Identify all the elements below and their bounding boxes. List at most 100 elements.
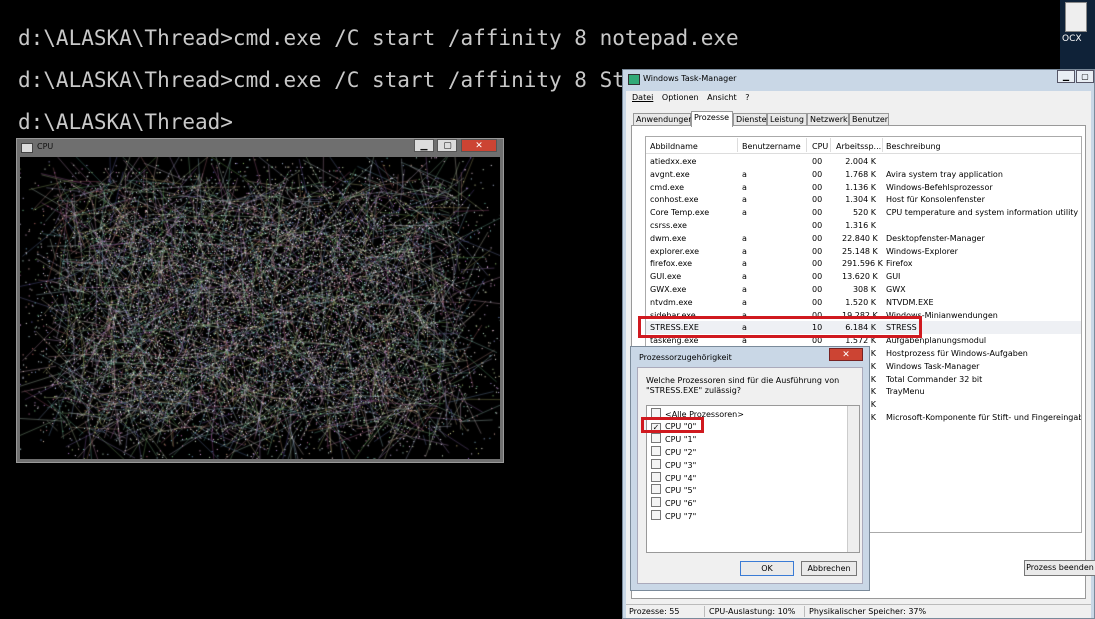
checkbox[interactable] [651, 484, 661, 495]
cell-name: dwm.exe [650, 233, 687, 243]
status-bar: Prozesse: 55 CPU-Auslastung: 10% Physika… [626, 604, 1091, 618]
col-cpu[interactable]: CPU [812, 140, 828, 153]
cell-cpu: 00 [812, 157, 823, 166]
close-button[interactable]: ✕ [829, 348, 863, 361]
task-manager-titlebar[interactable]: Windows Task-Manager ▁ ▢ [623, 70, 1094, 88]
cell-cpu: 00 [812, 297, 823, 307]
cell-mem: 1.304 K [845, 195, 876, 205]
processor-item[interactable]: CPU "6" [651, 496, 697, 509]
checkbox[interactable] [651, 458, 661, 469]
checkbox[interactable] [651, 433, 661, 444]
processor-item[interactable]: ✓ CPU "0" [651, 421, 696, 433]
table-row[interactable]: cmd.exe a 00 1.136 K Windows-Befehlsprozesso… [646, 181, 1081, 194]
maximize-button[interactable]: ▢ [1076, 70, 1094, 83]
cell-name: atiedxx.exe [650, 157, 697, 166]
cell-cpu: 00 [812, 310, 823, 320]
table-row[interactable]: GUI.exe a 00 13.620 K GUI [646, 270, 1081, 283]
processor-item[interactable]: <Alle Prozessoren> [651, 408, 744, 420]
tab-prozesse[interactable]: Prozesse [691, 111, 733, 127]
cell-mem: 1.136 K [845, 182, 876, 192]
table-row[interactable]: STRESS.EXE a 10 6.184 K STRESS [646, 321, 1081, 335]
table-row[interactable]: csrss.exe 00 1.316 K [646, 219, 1081, 232]
processor-item[interactable]: CPU "1" [651, 433, 696, 445]
console-prompt: d:\ALASKA\Thread> [18, 110, 233, 134]
cell-desc: Microsoft-Komponente für Stift- und Fing… [886, 413, 1082, 422]
cell-cpu: 00 [812, 221, 823, 230]
checkbox[interactable] [651, 446, 661, 457]
cell-user: a [742, 195, 747, 205]
processor-label: CPU "2" [665, 448, 697, 458]
table-row[interactable]: ntvdm.exe a 00 1.520 K NTVDM.EXE [646, 296, 1081, 309]
cell-user: a [742, 323, 747, 333]
desktop-icon-label: OCX [1062, 34, 1082, 44]
cpu-window[interactable]: CPU ▁ ▢ ✕ [16, 138, 504, 463]
checkbox[interactable] [651, 509, 661, 520]
cell-user: a [742, 272, 747, 282]
end-process-button[interactable]: Prozess beenden [1024, 560, 1095, 576]
processor-item[interactable]: CPU "4" [651, 471, 696, 484]
process-list-header: Abbildname Benutzername CPU Arbeitssp...… [646, 137, 1081, 154]
cell-cpu: 00 [812, 285, 823, 294]
cell-desc: Windows Task-Manager [886, 361, 980, 371]
cell-mem: 19.282 K [842, 310, 878, 320]
processor-label: CPU "1" [665, 435, 697, 445]
checkbox[interactable]: ✓ [651, 422, 661, 433]
cell-desc: Total Commander 32 bit [886, 374, 983, 384]
folder-icon[interactable] [1065, 2, 1087, 32]
cell-user: a [742, 233, 747, 243]
cell-user: a [742, 182, 747, 192]
cell-name: sidebar.exe [650, 310, 696, 320]
cell-desc: CPU temperature and system information u… [886, 208, 1079, 218]
col-benutzername[interactable]: Benutzername [742, 140, 801, 153]
processor-item[interactable]: CPU "3" [651, 458, 697, 471]
cell-mem: 2.004 K [845, 157, 876, 166]
col-beschreibung[interactable]: Beschreibung [886, 140, 941, 153]
console-line: d:\ALASKA\Thread>cmd.exe /C start /affin… [18, 26, 739, 50]
cell-desc: GWX [886, 285, 906, 294]
close-button[interactable]: ✕ [461, 139, 497, 152]
table-row[interactable]: GWX.exe a 00 308 K GWX [646, 283, 1081, 296]
ok-button[interactable]: OK [740, 561, 794, 576]
table-row[interactable]: avgnt.exe a 00 1.768 K Avira system tray app… [646, 168, 1081, 181]
table-row[interactable]: conhost.exe a 00 1.304 K Host für Konsolenfe… [646, 193, 1081, 206]
table-row[interactable]: atiedxx.exe 00 2.004 K [646, 155, 1081, 168]
processor-label: CPU "6" [665, 498, 697, 508]
checkbox[interactable] [651, 408, 661, 418]
checkbox[interactable] [651, 471, 661, 482]
cell-mem: 13.620 K [842, 272, 878, 282]
minimize-button[interactable]: ▁ [1057, 70, 1075, 83]
processor-label: CPU "3" [665, 460, 697, 470]
processor-item[interactable]: CPU "7" [651, 509, 696, 522]
cell-mem: 6.184 K [845, 323, 876, 333]
affinity-dialog[interactable]: Prozessorzugehörigkeit ✕ Welche Prozesso… [630, 346, 870, 591]
scrollbar[interactable] [847, 406, 859, 552]
col-abbildname[interactable]: Abbildname [650, 140, 698, 153]
maximize-button[interactable]: ▢ [437, 139, 458, 152]
cell-mem: 1.520 K [845, 297, 876, 307]
table-row[interactable]: firefox.exe a 00 291.596 K Firefox [646, 257, 1081, 270]
cell-cpu: 10 [812, 323, 823, 333]
menu-datei[interactable]: Datei [632, 91, 653, 105]
minimize-button[interactable]: ▁ [413, 139, 434, 152]
table-row[interactable]: sidebar.exe a 00 19.282 K Windows-Minianwend… [646, 309, 1081, 322]
cell-desc: TrayMenu [886, 387, 925, 397]
menu-ansicht[interactable]: Ansicht [707, 91, 737, 105]
menu-bar: Datei Optionen Ansicht ? [626, 91, 1091, 105]
task-manager-title: Windows Task-Manager [643, 74, 737, 83]
processor-label: CPU "0" [665, 421, 697, 431]
cpu-window-titlebar[interactable]: CPU ▁ ▢ ✕ [17, 139, 503, 155]
cancel-button[interactable]: Abbrechen [801, 561, 857, 576]
checkbox[interactable] [651, 496, 661, 507]
table-row[interactable]: Core Temp.exe a 00 520 K CPU temperature and… [646, 206, 1081, 219]
processor-item[interactable]: CPU "2" [651, 446, 696, 458]
menu-optionen[interactable]: Optionen [662, 91, 699, 105]
cell-name: ntvdm.exe [650, 297, 693, 307]
cell-desc: STRESS [886, 323, 917, 333]
table-row[interactable]: dwm.exe a 00 22.840 K Desktopfenster-Manager [646, 232, 1081, 245]
processor-item[interactable]: CPU "5" [651, 484, 696, 496]
cell-user: a [742, 208, 747, 218]
menu-help[interactable]: ? [745, 91, 749, 105]
processor-list[interactable]: <Alle Prozessoren> ✓ CPU "0" CPU "1" CPU "2"… [646, 405, 860, 553]
col-arbeitsspeicher[interactable]: Arbeitssp... [836, 140, 881, 153]
table-row[interactable]: explorer.exe a 00 25.148 K Windows-Explorer [646, 245, 1081, 258]
